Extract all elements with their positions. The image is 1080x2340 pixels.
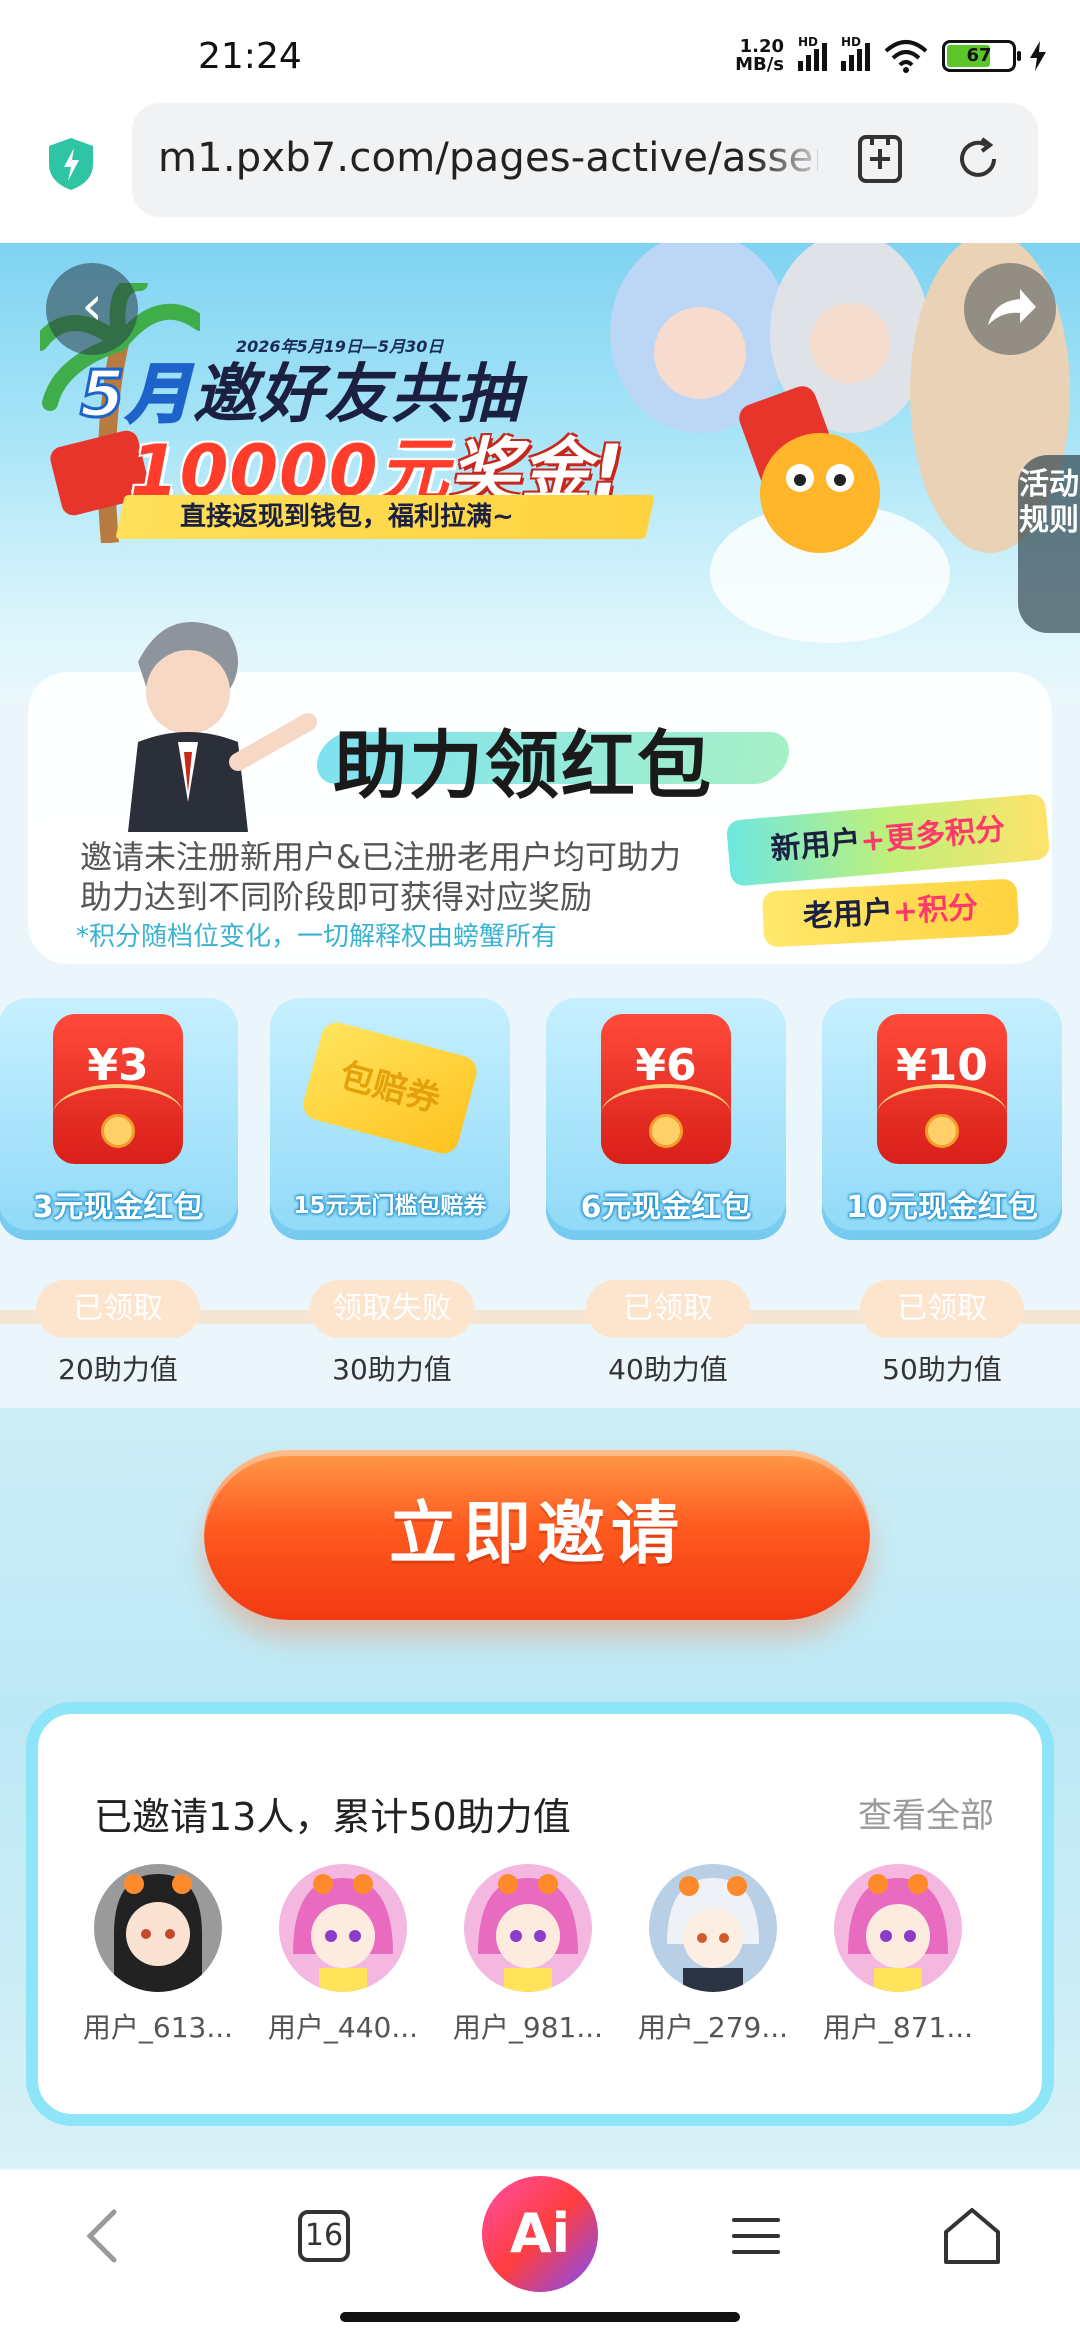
menu-icon[interactable]	[716, 2196, 796, 2276]
threshold-value: 50助力值	[882, 1353, 1002, 1386]
threshold-value: 40助力值	[608, 1353, 728, 1386]
reward-card[interactable]: 包赔券 15元无门槛包赔券	[270, 998, 510, 1240]
reward-label: 3元现金红包	[32, 1190, 204, 1225]
status-time: 21:24	[198, 36, 302, 77]
net-speed-unit: MB/s	[735, 54, 784, 75]
friend-name: 用户_613...	[82, 2011, 234, 2044]
new-user-tag-prefix: 新用户	[769, 824, 863, 868]
avatar	[279, 1864, 407, 1992]
battery-percent: 67	[966, 45, 992, 66]
reward-progress-step: 已领取 50助力值	[842, 1280, 1042, 1388]
claim-status-button[interactable]: 已领取	[586, 1280, 750, 1338]
avatar	[464, 1864, 592, 1992]
help-description-line2: 助力达到不同阶段即可获得对应奖励	[80, 878, 593, 916]
tabs-count: 16	[304, 2218, 344, 2253]
help-card: 助力领红包 邀请未注册新用户&已注册老用户均可助力 助力达到不同阶段即可获得对应…	[28, 622, 1052, 964]
reward-label: 10元现金红包	[846, 1190, 1038, 1225]
wifi-icon	[884, 40, 928, 73]
browser-toolbar: m1.pxb7.com/pages-active/assen	[0, 100, 1080, 243]
friend-item[interactable]: 用户_279...	[621, 1864, 805, 2046]
friend-item[interactable]: 用户_981...	[436, 1864, 620, 2046]
friend-name: 用户_440...	[267, 2011, 419, 2044]
home-indicator[interactable]	[340, 2312, 740, 2322]
see-all-link[interactable]: 查看全部	[858, 1788, 994, 1837]
banner-slogan: 直接返现到钱包，福利拉满~	[115, 495, 655, 539]
old-user-tag-prefix: 老用户	[802, 894, 894, 935]
home-icon[interactable]	[932, 2196, 1012, 2276]
status-bar: 21:24 1.20 MB/s HD HD 67	[0, 0, 1080, 100]
signal-hd-label: HD	[798, 35, 819, 49]
signal-hd-label: HD	[841, 35, 862, 49]
reward-progress-step: 领取失败 30助力值	[292, 1280, 492, 1388]
reward-tiers: ¥3 3元现金红包 包赔券 15元无门槛包赔券 ¥6 6元现金红包 ¥10 10…	[0, 998, 1080, 1240]
old-user-tag-suffix: +积分	[891, 890, 979, 930]
friend-item[interactable]: 用户_440...	[251, 1864, 435, 2046]
net-speed: 1.20 MB/s	[735, 38, 784, 74]
banner-slogan-text: 直接返现到钱包，福利拉满~	[180, 502, 514, 532]
rules-tab[interactable]: 活动规则	[1018, 455, 1080, 633]
reward-label: 6元现金红包	[580, 1190, 752, 1225]
help-title: 助力领红包	[333, 723, 713, 809]
friend-item[interactable]: 用户_613...	[66, 1864, 250, 2046]
threshold-value: 30助力值	[332, 1353, 452, 1386]
ai-button[interactable]: Ai	[482, 2176, 598, 2292]
friend-name: 用户_981...	[452, 2011, 604, 2044]
friends-list: 用户_613... 用户_440... 用户_981... 用户_279... …	[66, 1864, 1026, 2044]
friend-name: 用户_279...	[637, 2011, 789, 2044]
battery-icon: 67	[942, 40, 1021, 72]
reward-card[interactable]: ¥6 6元现金红包	[546, 998, 786, 1240]
coupon-ticket-icon: 包赔券	[299, 1018, 481, 1158]
reward-progress-step: 已领取 40助力值	[568, 1280, 768, 1388]
invited-friends-card: 已邀请13人，累计50助力值 查看全部 用户_613... 用户_440...	[26, 1702, 1054, 2126]
signal-icon: HD	[798, 35, 827, 71]
add-bookmark-icon[interactable]	[852, 131, 908, 187]
signal-icon: HD	[841, 35, 870, 71]
share-icon	[988, 289, 1036, 325]
reward-card[interactable]: ¥10 10元现金红包	[822, 998, 1062, 1240]
friend-item[interactable]: 用户_871...	[806, 1864, 990, 2046]
refresh-icon[interactable]	[950, 131, 1006, 187]
avatar	[649, 1864, 777, 1992]
mascot-character	[128, 622, 317, 832]
invited-summary: 已邀请13人，累计50助力值	[94, 1795, 571, 1839]
red-envelope-icon: ¥10	[877, 1014, 1007, 1164]
red-envelope-icon: ¥6	[601, 1014, 731, 1164]
reward-progress-step: 已领取 20助力值	[18, 1280, 218, 1388]
claim-status-button[interactable]: 已领取	[860, 1280, 1024, 1338]
url-text[interactable]: m1.pxb7.com/pages-active/assen	[158, 135, 818, 181]
tabs-button[interactable]: 16	[284, 2196, 364, 2276]
back-icon[interactable]	[66, 2196, 146, 2276]
invite-now-button[interactable]: 立即邀请	[204, 1450, 870, 1620]
friend-name: 用户_871...	[822, 2011, 974, 2044]
share-button[interactable]	[964, 263, 1056, 355]
new-user-tag-suffix: +更多积分	[858, 811, 1007, 860]
avatar	[94, 1864, 222, 1992]
status-icons: 1.20 MB/s HD HD 67	[735, 35, 1046, 76]
back-button[interactable]: ‹	[46, 263, 138, 355]
claim-status-button[interactable]: 已领取	[36, 1280, 200, 1338]
reward-label: 15元无门槛包赔券	[293, 1193, 487, 1219]
threshold-value: 20助力值	[58, 1353, 178, 1386]
shield-icon[interactable]	[46, 136, 96, 192]
help-note: *积分随档位变化，一切解释权由螃蟹所有	[76, 922, 558, 952]
address-bar[interactable]: m1.pxb7.com/pages-active/assen	[132, 103, 1038, 217]
red-envelope-icon: ¥3	[53, 1014, 183, 1164]
claim-status-button[interactable]: 领取失败	[310, 1280, 474, 1338]
charging-icon	[1030, 41, 1046, 71]
avatar	[834, 1864, 962, 1992]
reward-card[interactable]: ¥3 3元现金红包	[0, 998, 238, 1240]
